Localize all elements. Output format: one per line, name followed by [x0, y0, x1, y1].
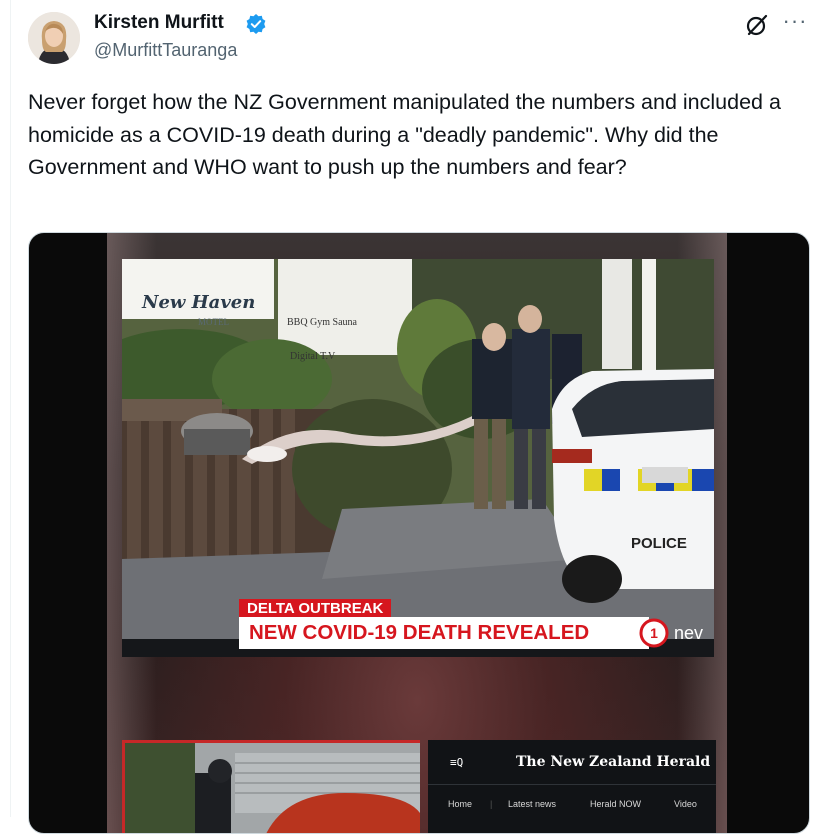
herald-menu-search-icon: ≡Q	[450, 756, 464, 769]
timeline-border	[10, 0, 11, 817]
author-name[interactable]: Kirsten Murfitt	[94, 12, 224, 34]
tweet-text: Never forget how the NZ Government manip…	[28, 90, 781, 179]
herald-nav-item: Video	[674, 799, 697, 809]
herald-nav-separator: |	[490, 799, 493, 809]
news-thumbnail-left	[122, 740, 420, 833]
news-video-frame: New Haven MOTEL BBQ Gym Sauna Digital T.…	[122, 259, 714, 657]
more-options-button[interactable]: ···	[780, 8, 810, 38]
motel-sign-sub: MOTEL	[198, 317, 229, 327]
amenities-sign-line: BBQ Gym Sauna	[287, 317, 357, 328]
police-car-label: POLICE	[631, 535, 687, 552]
herald-divider	[428, 784, 716, 785]
svg-text:1: 1	[650, 625, 658, 641]
herald-nav-item: Herald NOW	[590, 799, 642, 809]
herald-nav: Home | Latest news Herald NOW Video	[428, 792, 716, 816]
news-banner-label: DELTA OUTBREAK	[239, 599, 392, 618]
herald-masthead: The New Zealand Herald	[516, 754, 711, 770]
herald-nav-item: Latest news	[508, 799, 557, 809]
grok-icon[interactable]	[744, 12, 770, 38]
motel-sign: New Haven	[142, 292, 256, 313]
avatar-image	[28, 12, 80, 64]
nz-herald-thumbnail: ≡Q The New Zealand Herald Home | Latest …	[428, 740, 716, 833]
verified-badge-icon	[245, 13, 267, 35]
avatar[interactable]	[28, 12, 80, 64]
channel-name: nev	[674, 623, 704, 643]
author-handle[interactable]: @MurfittTauranga	[94, 40, 237, 61]
amenities-sign-line: Digital T.V	[290, 351, 336, 362]
news-banner-headline: NEW COVID-19 DEATH REVEALED	[239, 617, 649, 649]
tweet-media-video[interactable]: New Haven MOTEL BBQ Gym Sauna Digital T.…	[28, 232, 810, 834]
tvnz-one-logo-icon: 1	[634, 617, 674, 649]
herald-nav-item: Home	[448, 799, 473, 809]
